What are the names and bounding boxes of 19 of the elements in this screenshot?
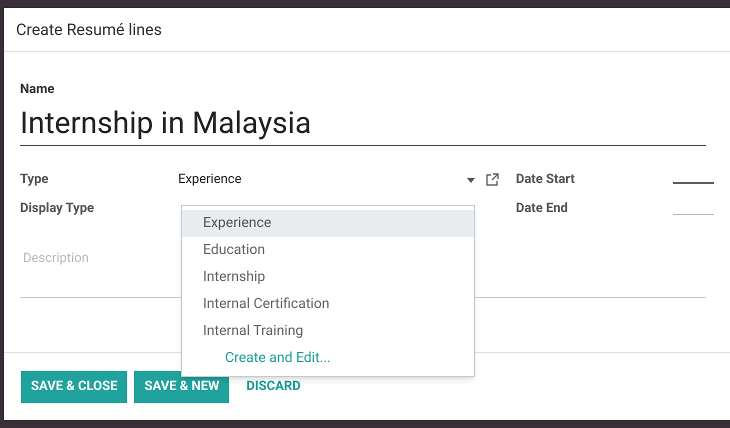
primary-button[interactable]: SAVE & CLOSE (21, 371, 128, 403)
field-label: Date Start (516, 171, 575, 188)
field-label: Type (20, 171, 48, 188)
dialog-title: Create Resumé lines (16, 18, 162, 40)
dropdown-option[interactable]: Internal Training (182, 318, 474, 345)
name-field[interactable]: Internship in Malaysia (20, 102, 706, 146)
discard-button[interactable]: DISCARD (236, 371, 311, 403)
dropdown-option[interactable]: Internal Certification (182, 291, 474, 318)
field-label: Name (20, 81, 54, 98)
dropdown-option[interactable]: Internship (182, 264, 474, 291)
create-and-edit-link[interactable]: Create and Edit... (182, 345, 331, 372)
primary-button[interactable]: SAVE & NEW (134, 371, 230, 403)
dropdown-option[interactable]: Experience (182, 210, 474, 237)
caret-icon (467, 178, 476, 182)
external-link-icon[interactable] (485, 172, 500, 187)
type-select[interactable]: Experience (178, 170, 476, 190)
dropdown-option[interactable]: Education (182, 237, 474, 264)
field-label: Display Type (20, 200, 94, 217)
field-label: Date End (516, 200, 568, 217)
